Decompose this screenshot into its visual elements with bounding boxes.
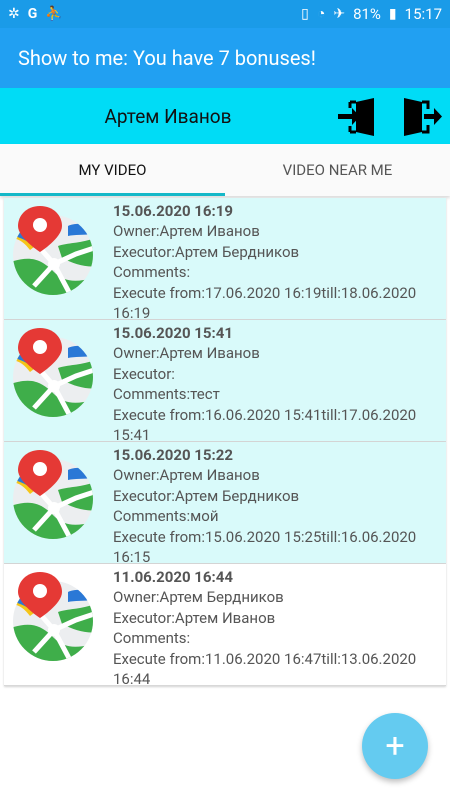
- item-executor: Executor:Артем Бердников: [113, 242, 300, 261]
- item-comments: Comments:мой: [113, 507, 219, 526]
- item-date: 15.06.2020 15:22: [113, 446, 233, 464]
- item-executor: Executor:Артем Бердников: [113, 486, 300, 505]
- item-text: 11.06.2020 16:44 Owner:Артем Бердников E…: [113, 567, 442, 689]
- item-comments: Comments:: [113, 629, 191, 648]
- item-execute-end: 16:44: [113, 670, 151, 689]
- video-list: 15.06.2020 16:19 Owner:Артем Иванов Exec…: [4, 198, 446, 689]
- logout-icon[interactable]: [400, 96, 442, 138]
- battery-icon: ▮: [388, 6, 397, 22]
- item-owner: Owner:Артем Иванов: [113, 344, 260, 363]
- item-comments: Comments:: [113, 263, 191, 282]
- item-execute-range: Execute from:17.06.2020 16:19till:18.06.…: [113, 283, 417, 302]
- item-owner: Owner:Артем Бердников: [113, 588, 284, 607]
- status-left-icons: ✲ G ⛹: [8, 7, 63, 21]
- item-date: 15.06.2020 16:19: [113, 202, 233, 220]
- item-execute-range: Execute from:16.06.2020 15:41till:17.06.…: [113, 405, 417, 424]
- item-comments: Comments:тест: [113, 385, 220, 404]
- item-text: 15.06.2020 15:22 Owner:Артем Иванов Exec…: [113, 445, 442, 567]
- tab-video-near-me[interactable]: VIDEO NEAR ME: [225, 144, 450, 196]
- item-text: 15.06.2020 16:19 Owner:Артем Иванов Exec…: [113, 201, 442, 323]
- tab-bar: MY VIDEO VIDEO NEAR ME: [0, 144, 450, 196]
- list-item[interactable]: 11.06.2020 16:44 Owner:Артем Бердников E…: [4, 564, 446, 689]
- status-right-icons: ▯ ◔ ✈ 81% ▮ 15:17: [301, 5, 442, 23]
- item-text: 15.06.2020 15:41 Owner:Артем Иванов Exec…: [113, 323, 442, 445]
- map-pin-icon: [13, 206, 93, 295]
- item-executor: Executor:: [113, 364, 175, 383]
- item-date: 15.06.2020 15:41: [113, 324, 233, 342]
- item-owner: Owner:Артем Иванов: [113, 222, 260, 241]
- map-pin-icon: [13, 328, 93, 417]
- tab-indicator: [0, 193, 225, 196]
- user-bar: Артем Иванов: [0, 88, 450, 144]
- walking-icon: ⛹: [45, 6, 63, 22]
- app-title: Show to me: You have 7 bonuses!: [18, 46, 316, 70]
- list-item[interactable]: 15.06.2020 15:41 Owner:Артем Иванов Exec…: [4, 320, 446, 445]
- google-icon: G: [27, 6, 38, 22]
- tab-my-video[interactable]: MY VIDEO: [0, 144, 225, 196]
- list-item[interactable]: 15.06.2020 15:22 Owner:Артем Иванов Exec…: [4, 442, 446, 567]
- wifi-icon: ◔: [316, 6, 326, 22]
- item-owner: Owner:Артем Иванов: [113, 466, 260, 485]
- item-execute-range: Execute from:11.06.2020 16:47till:13.06.…: [113, 649, 417, 668]
- settings-icon: ✲: [8, 6, 20, 22]
- battery-percent: 81%: [353, 5, 381, 23]
- item-executor: Executor:Артем Иванов: [113, 608, 276, 627]
- item-date: 11.06.2020 16:44: [113, 568, 233, 586]
- list-item[interactable]: 15.06.2020 16:19 Owner:Артем Иванов Exec…: [4, 198, 446, 323]
- map-pin-icon: [13, 572, 93, 661]
- app-bar: Show to me: You have 7 bonuses!: [0, 28, 450, 88]
- status-time: 15:17: [404, 5, 442, 23]
- item-execute-range: Execute from:15.06.2020 15:25till:16.06.…: [113, 527, 417, 546]
- airplane-icon: ✈: [333, 6, 346, 22]
- login-icon[interactable]: [336, 96, 378, 138]
- status-bar: ✲ G ⛹ ▯ ◔ ✈ 81% ▮ 15:17: [0, 0, 450, 28]
- user-name: Артем Иванов: [104, 104, 232, 128]
- map-pin-icon: [13, 450, 93, 539]
- add-button[interactable]: +: [362, 713, 428, 779]
- vibrate-icon: ▯: [301, 6, 309, 22]
